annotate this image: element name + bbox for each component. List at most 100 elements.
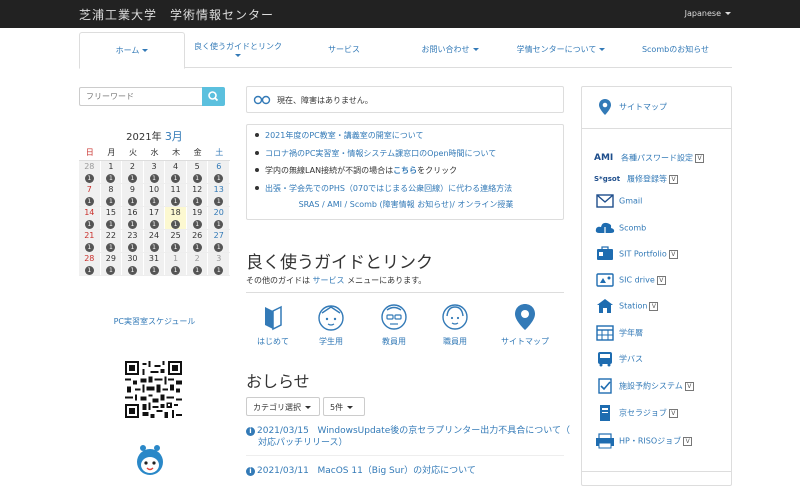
nav-contact[interactable]: お問い合わせ bbox=[397, 32, 503, 68]
notice-item[interactable]: コロナ禍のPC実習室・情報システム課窓口のOpen時間について bbox=[253, 148, 563, 166]
calendar-day[interactable]: 31 bbox=[208, 253, 231, 275]
map-pin-icon bbox=[515, 304, 535, 330]
sidebar-item-hp-riso[interactable]: HP・RISOジョブ V bbox=[594, 433, 693, 451]
online-links[interactable]: SRAS / AMI / Scomb (障害情報 お知らせ)/ オンライン授業 bbox=[247, 199, 565, 210]
sidebar-item-gmail[interactable]: Gmail bbox=[594, 193, 642, 211]
pc-schedule-link[interactable]: PC実習室スケジュール bbox=[79, 316, 230, 327]
nav-guide-label: 良く使うガイドとリンク bbox=[194, 42, 282, 51]
calendar-day[interactable]: 17 1 bbox=[143, 207, 166, 229]
chevron-down-icon bbox=[472, 48, 479, 51]
calendar-day-number: 22 bbox=[105, 231, 116, 240]
sidebar-item-registration[interactable]: S*gsot 履修登録等 V bbox=[594, 171, 678, 189]
calendar-count-badge: 1 bbox=[171, 220, 181, 229]
calendar-day[interactable]: 28 1 bbox=[79, 253, 101, 275]
calendar-day[interactable]: 12 1 bbox=[186, 184, 209, 206]
calendar-day[interactable]: 14 1 bbox=[79, 207, 101, 229]
calendar-day[interactable]: 71 bbox=[79, 184, 101, 206]
calendar-year: 2021年 bbox=[126, 132, 162, 143]
sidebar-item-kyocera[interactable]: 京セラジョブ V bbox=[594, 405, 678, 423]
sidebar-item-sitemap[interactable]: サイトマップ bbox=[594, 99, 667, 117]
sidebar-item-drive[interactable]: SIC drive V bbox=[594, 272, 666, 290]
news-heading: おしらせ bbox=[246, 372, 310, 391]
nav-home[interactable]: ホーム bbox=[79, 32, 185, 69]
calendar-day[interactable]: 31 bbox=[143, 161, 166, 183]
guide-faculty[interactable]: 教員用 bbox=[364, 302, 424, 347]
notice-item[interactable]: 2021年度のPC教室・講義室の開室について bbox=[253, 130, 563, 148]
calendar-day[interactable]: 27 1 bbox=[208, 230, 231, 252]
guide-staff[interactable]: 職員用 bbox=[425, 302, 485, 347]
nav-about[interactable]: 学情センターについて bbox=[503, 32, 619, 68]
nav-scomb[interactable]: Scombのお知らせ bbox=[619, 32, 732, 68]
calendar-day-number: 2 bbox=[194, 254, 200, 263]
sidebar-item-portfolio[interactable]: SIT Portfolio V bbox=[594, 246, 678, 264]
calendar-weekday: 木 bbox=[172, 148, 181, 157]
calendar-day[interactable]: 13 1 bbox=[208, 184, 231, 206]
sidebar-item-academic-calendar[interactable]: 学年暦 bbox=[594, 325, 643, 343]
sidebar-item-reservation[interactable]: 施設予約システム V bbox=[594, 378, 694, 396]
guide-service-link[interactable]: サービス bbox=[313, 276, 345, 285]
calendar-day[interactable]: 20 1 bbox=[208, 207, 231, 229]
calendar-count-badge: 1 bbox=[171, 197, 181, 206]
calendar-day[interactable]: 51 bbox=[186, 161, 209, 183]
news-item[interactable]: i 2021/03/11 MacOS 11（Big Sur）の対応について bbox=[246, 465, 576, 477]
calendar-day[interactable]: 81 bbox=[100, 184, 123, 206]
calendar-day[interactable]: 11 bbox=[165, 253, 187, 275]
calendar-day[interactable]: 25 1 bbox=[165, 230, 187, 252]
calendar-day-number: 17 bbox=[148, 208, 160, 217]
calendar-day-number: 7 bbox=[86, 185, 92, 194]
category-select-button[interactable]: カテゴリ選択 bbox=[246, 397, 320, 416]
calendar-day-number: 13 bbox=[213, 185, 224, 194]
sidebar-item-station[interactable]: Station V bbox=[594, 298, 659, 316]
count-select-button[interactable]: 5件 bbox=[323, 397, 365, 416]
calendar-day[interactable]: 31 1 bbox=[143, 253, 166, 275]
calendar-day[interactable]: 21 bbox=[186, 253, 209, 275]
calendar-day[interactable]: 18 1 bbox=[165, 207, 187, 229]
calendar-count-badge: 1 bbox=[127, 220, 137, 229]
language-dropdown[interactable]: Japanese bbox=[685, 9, 731, 18]
notices-panel: 2021年度のPC教室・講義室の開室について コロナ禍のPC実習室・情報システム… bbox=[246, 124, 564, 220]
calendar-day[interactable]: 24 1 bbox=[143, 230, 166, 252]
calendar-day[interactable]: 28 1 bbox=[79, 161, 101, 183]
calendar-day[interactable]: 21 1 bbox=[79, 230, 101, 252]
calendar-day[interactable]: 91 bbox=[122, 184, 144, 206]
calendar-day[interactable]: 61 bbox=[208, 161, 231, 183]
calendar-day[interactable]: 11 1 bbox=[165, 184, 187, 206]
nav-service[interactable]: サービス bbox=[291, 32, 397, 68]
search-button[interactable] bbox=[202, 87, 225, 106]
nav-service-label: サービス bbox=[328, 45, 360, 54]
notice-link[interactable]: こちら bbox=[393, 166, 417, 175]
calendar-day[interactable]: 22 1 bbox=[100, 230, 123, 252]
sidebar-item-password[interactable]: AMI 各種パスワード設定 V bbox=[594, 150, 704, 168]
calendar-day[interactable]: 11 bbox=[100, 161, 123, 183]
staff-icon bbox=[442, 304, 468, 330]
calendar-day[interactable]: 41 bbox=[165, 161, 187, 183]
calendar-day[interactable]: 29 1 bbox=[100, 253, 123, 275]
calendar-day[interactable]: 26 1 bbox=[186, 230, 209, 252]
notice-text: をクリック bbox=[417, 166, 458, 175]
divider bbox=[582, 128, 731, 129]
sidebar-item-bus[interactable]: 学バス bbox=[594, 351, 643, 369]
guide-sitemap[interactable]: サイトマップ bbox=[495, 302, 555, 347]
guide-student[interactable]: 学生用 bbox=[301, 302, 361, 347]
notice-item[interactable]: 出張・学会先でのPHS（070ではじまる公衆回線）に代わる連絡方法 bbox=[253, 183, 563, 201]
news-title: MacOS 11（Big Sur）の対応について bbox=[317, 466, 476, 476]
calendar-day[interactable]: 10 1 bbox=[143, 184, 166, 206]
guide-beginner[interactable]: はじめて bbox=[243, 302, 303, 347]
calendar-day[interactable]: 15 1 bbox=[100, 207, 123, 229]
search-input[interactable] bbox=[79, 87, 203, 106]
calendar-day[interactable]: 30 1 bbox=[122, 253, 144, 275]
sidebar-label: HP・RISOジョブ bbox=[619, 436, 682, 446]
sidebar-item-scomb[interactable]: Scomb bbox=[594, 220, 646, 238]
nav-guide[interactable]: 良く使うガイドとリンク bbox=[185, 32, 291, 68]
calendar-day[interactable]: 23 1 bbox=[122, 230, 144, 252]
calendar-day[interactable]: 16 1 bbox=[122, 207, 144, 229]
calendar-day[interactable]: 21 bbox=[122, 161, 144, 183]
guide-subtext: その他のガイドは サービス メニューにあります。 bbox=[246, 275, 426, 286]
calendar-count-badge: 1 bbox=[84, 243, 94, 252]
news-item[interactable]: i 2021/03/15 WindowsUpdate後の京セラプリンター出力不具合… bbox=[246, 425, 576, 449]
calendar-day[interactable]: 19 1 bbox=[186, 207, 209, 229]
calendar-day-number: 15 bbox=[105, 208, 116, 217]
calendar-count-badge: 1 bbox=[127, 174, 137, 183]
sidebar-label: 履修登録等 bbox=[627, 174, 667, 184]
site-title[interactable]: 芝浦工業大学 学術情報センター bbox=[79, 6, 274, 23]
